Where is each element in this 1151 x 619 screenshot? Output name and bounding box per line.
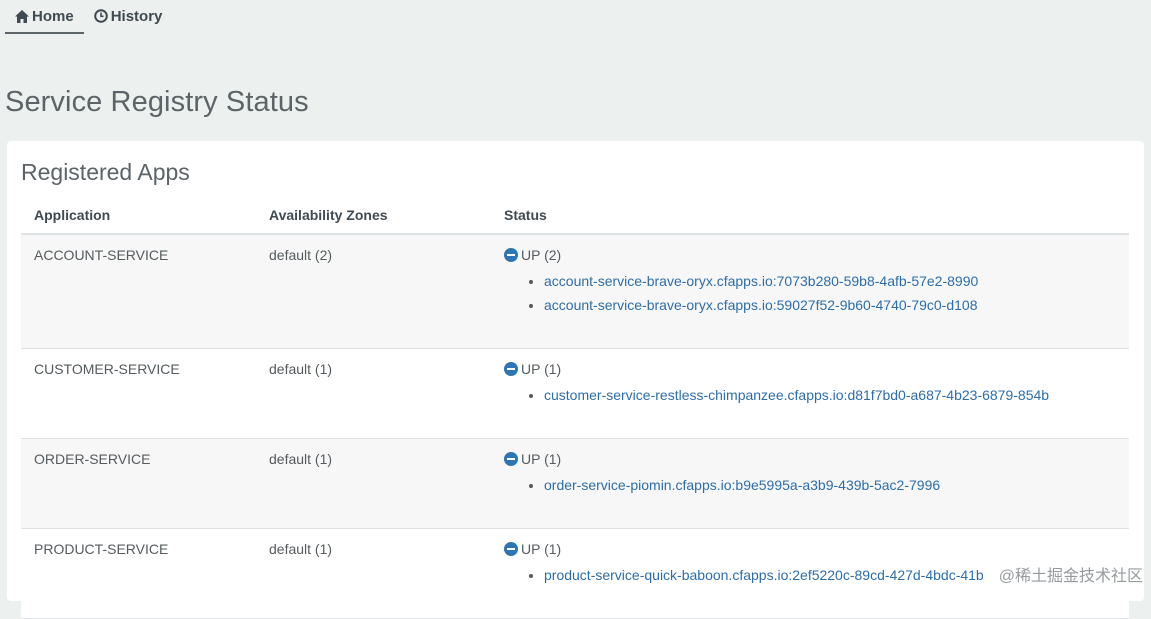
header-availability-zones: Availability Zones bbox=[256, 197, 491, 234]
status-line: UP (1) bbox=[504, 361, 1129, 377]
minus-circle-icon bbox=[504, 362, 518, 376]
watermark: @稀土掘金技术社区 bbox=[999, 562, 1143, 586]
instance-link[interactable]: product-service-quick-baboon.cfapps.io:2… bbox=[544, 567, 984, 583]
minus-circle-icon bbox=[504, 452, 518, 466]
header-application: Application bbox=[21, 197, 256, 234]
instance-link[interactable]: customer-service-restless-chimpanzee.cfa… bbox=[544, 387, 1049, 403]
availability-zones: default (1) bbox=[256, 528, 491, 618]
nav-home-label: Home bbox=[32, 8, 74, 25]
instance-link[interactable]: order-service-piomin.cfapps.io:b9e5995a-… bbox=[544, 477, 940, 493]
list-item: order-service-piomin.cfapps.io:b9e5995a-… bbox=[544, 473, 1129, 497]
application-name: ORDER-SERVICE bbox=[21, 438, 256, 528]
table-row: CUSTOMER-SERVICE default (1) UP (1) cust… bbox=[21, 348, 1129, 438]
status-text: UP (1) bbox=[521, 361, 561, 377]
status-cell: UP (1) customer-service-restless-chimpan… bbox=[491, 348, 1129, 438]
table-row: PRODUCT-SERVICE default (1) UP (1) produ… bbox=[21, 528, 1129, 618]
instance-list: customer-service-restless-chimpanzee.cfa… bbox=[504, 383, 1129, 407]
status-line: UP (1) bbox=[504, 451, 1129, 467]
instance-link[interactable]: account-service-brave-oryx.cfapps.io:707… bbox=[544, 273, 978, 289]
table-row: ACCOUNT-SERVICE default (2) UP (2) accou… bbox=[21, 234, 1129, 348]
clock-icon bbox=[94, 9, 108, 23]
instance-list: order-service-piomin.cfapps.io:b9e5995a-… bbox=[504, 473, 1129, 497]
list-item: customer-service-restless-chimpanzee.cfa… bbox=[544, 383, 1129, 407]
minus-circle-icon bbox=[504, 542, 518, 556]
status-cell: UP (2) account-service-brave-oryx.cfapps… bbox=[491, 234, 1129, 348]
house-icon bbox=[15, 10, 29, 23]
minus-circle-icon bbox=[504, 248, 518, 262]
availability-zones: default (1) bbox=[256, 438, 491, 528]
list-item: account-service-brave-oryx.cfapps.io:707… bbox=[544, 269, 1129, 293]
nav-history[interactable]: History bbox=[84, 0, 173, 32]
header-status: Status bbox=[491, 197, 1129, 234]
top-nav: Home History bbox=[5, 0, 172, 35]
status-text: UP (1) bbox=[521, 451, 561, 467]
table-header-row: Application Availability Zones Status bbox=[21, 197, 1129, 234]
application-name: PRODUCT-SERVICE bbox=[21, 528, 256, 618]
list-item: account-service-brave-oryx.cfapps.io:590… bbox=[544, 293, 1129, 317]
section-title: Registered Apps bbox=[21, 159, 190, 186]
application-name: ACCOUNT-SERVICE bbox=[21, 234, 256, 348]
status-cell: UP (1) order-service-piomin.cfapps.io:b9… bbox=[491, 438, 1129, 528]
table-row: ORDER-SERVICE default (1) UP (1) order-s… bbox=[21, 438, 1129, 528]
instance-link[interactable]: account-service-brave-oryx.cfapps.io:590… bbox=[544, 297, 977, 313]
status-text: UP (2) bbox=[521, 247, 561, 263]
availability-zones: default (2) bbox=[256, 234, 491, 348]
apps-table: Application Availability Zones Status AC… bbox=[21, 197, 1129, 619]
instance-list: account-service-brave-oryx.cfapps.io:707… bbox=[504, 269, 1129, 317]
availability-zones: default (1) bbox=[256, 348, 491, 438]
nav-history-label: History bbox=[111, 8, 163, 25]
registered-apps-panel: Registered Apps Application Availability… bbox=[7, 141, 1144, 601]
status-line: UP (2) bbox=[504, 247, 1129, 263]
nav-home[interactable]: Home bbox=[5, 0, 84, 34]
page-title: Service Registry Status bbox=[5, 86, 309, 119]
application-name: CUSTOMER-SERVICE bbox=[21, 348, 256, 438]
status-line: UP (1) bbox=[504, 541, 1129, 557]
status-text: UP (1) bbox=[521, 541, 561, 557]
